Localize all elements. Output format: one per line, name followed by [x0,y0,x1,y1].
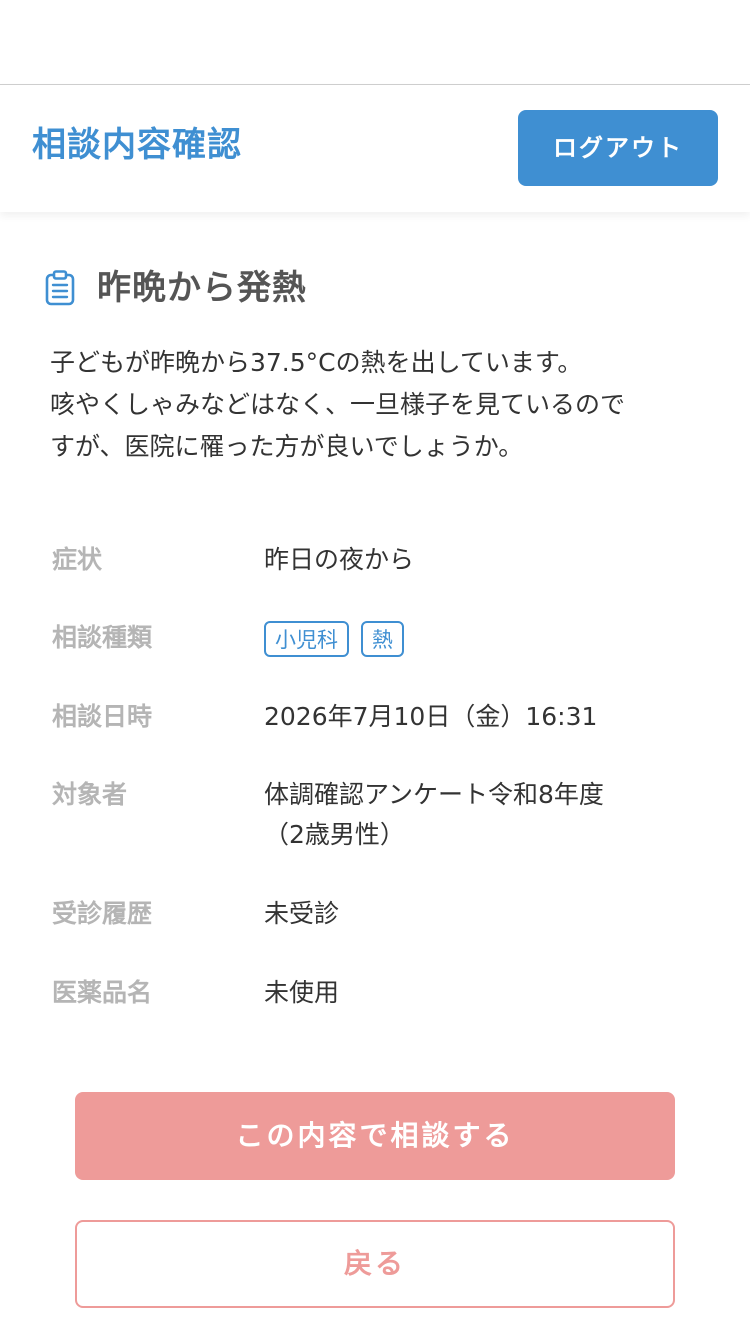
detail-value: 2026年7月10日（金）16:31 [264,702,598,731]
page-title: 相談内容確認 [32,125,242,165]
category-tag: 熱 [361,621,404,657]
subject-line: （2歳男性） [264,820,405,849]
description-line: すが、医院に罹った方が良いでしょうか。 [50,432,524,461]
detail-value: 未受診 [264,899,340,928]
consultation-description: 子どもが昨晩から37.5°Cの熱を出しています。 咳やくしゃみなどはなく、一旦様… [50,342,710,468]
detail-label: 相談種類 [52,623,153,652]
submit-consultation-button[interactable]: この内容で相談する [75,1092,675,1180]
detail-label: 相談日時 [52,702,153,731]
status-bar-area [0,0,750,85]
detail-label: 受診履歴 [52,899,153,928]
category-tag: 小児科 [264,621,349,657]
detail-label: 症状 [52,545,103,574]
topic-title: 昨晩から発熱 [97,268,307,308]
clipboard-icon [45,270,75,306]
back-button[interactable]: 戻る [75,1220,675,1308]
detail-label: 対象者 [52,780,128,809]
detail-value: 体調確認アンケート令和8年度 （2歳男性） [264,775,684,855]
detail-value: 未使用 [264,978,340,1007]
description-line: 子どもが昨晩から37.5°Cの熱を出しています。 [50,348,583,377]
app-header: 相談内容確認 ログアウト [0,85,750,212]
category-tags: 小児科熱 [264,618,684,658]
description-line: 咳やくしゃみなどはなく、一旦様子を見ているので [50,390,626,419]
logout-button[interactable]: ログアウト [518,110,718,186]
detail-value: 昨日の夜から [264,545,415,574]
detail-label: 医薬品名 [52,978,153,1007]
subject-line: 体調確認アンケート令和8年度 [264,780,604,809]
